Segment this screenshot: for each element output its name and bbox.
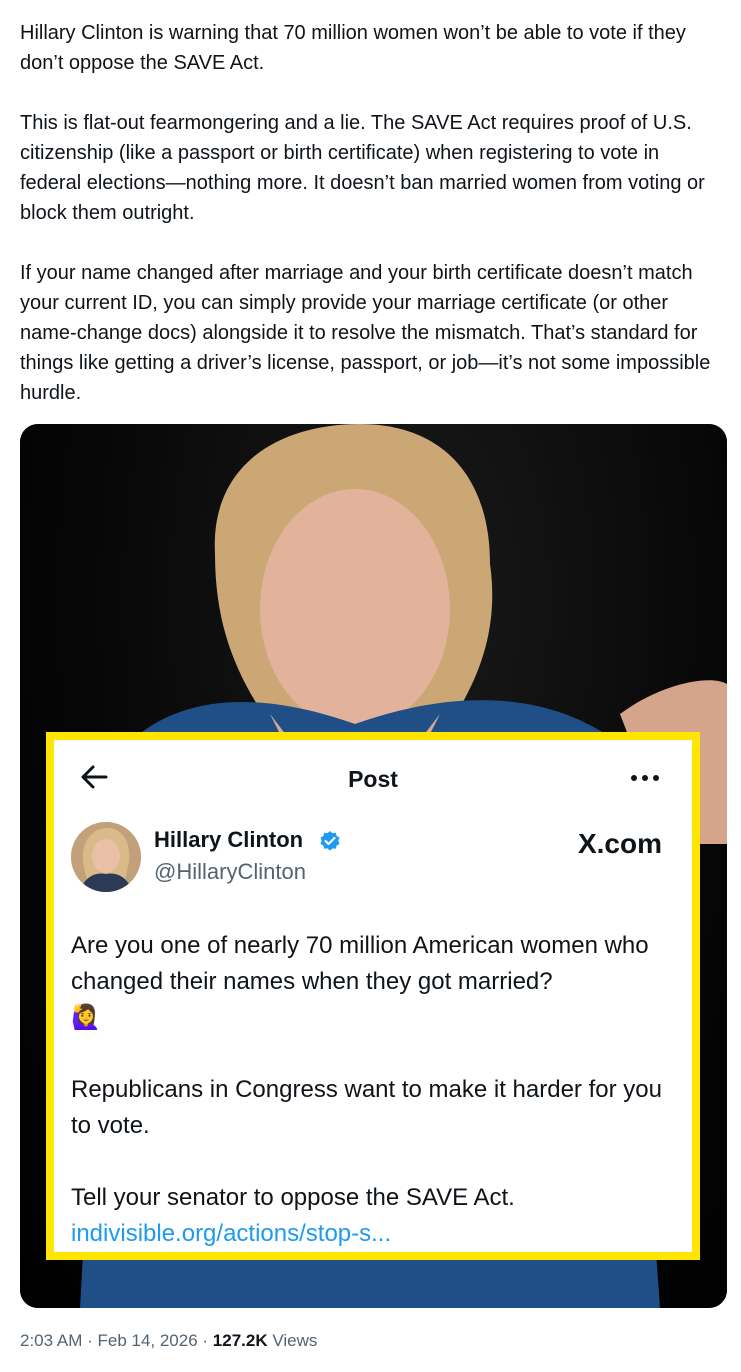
- embedded-post-header: Post: [54, 740, 692, 810]
- meta-separator: ·: [82, 1331, 98, 1350]
- verified-badge-icon: [320, 831, 340, 851]
- embedded-post-text: Tell your senator to oppose the SAVE Act…: [71, 1184, 515, 1211]
- tweet-text: Hillary Clinton is warning that 70 milli…: [20, 18, 720, 408]
- tweet-meta: 2:03 AM · Feb 14, 2026 · 127.2K Views: [20, 1331, 317, 1351]
- views-label: Views: [267, 1331, 318, 1350]
- meta-separator: ·: [197, 1331, 213, 1350]
- embedded-post-link: indivisible.org/actions/stop-s...: [71, 1220, 392, 1247]
- more-dots-icon: [631, 775, 659, 781]
- author-handle: @HillaryClinton: [154, 859, 306, 884]
- avatar: [71, 822, 141, 892]
- embedded-post-title: Post: [348, 766, 398, 792]
- embedded-post-text: Republicans in Congress want to make it …: [71, 1076, 662, 1139]
- tweet-time[interactable]: 2:03 AM: [20, 1331, 82, 1350]
- embedded-post-text: Are you one of nearly 70 million America…: [71, 932, 649, 995]
- raise-hand-emoji-icon: 🙋‍♀️: [71, 1004, 101, 1031]
- embedded-post-body: Are you one of nearly 70 million America…: [71, 928, 686, 1252]
- views-count[interactable]: 127.2K: [213, 1331, 268, 1350]
- tweet-paragraph: Hillary Clinton is warning that 70 milli…: [20, 22, 686, 74]
- tweet-media-image[interactable]: Post Hillary Clinton @HillaryClinton X.c…: [20, 424, 727, 1308]
- site-label: X.com: [577, 828, 662, 859]
- author-name: Hillary Clinton: [154, 827, 304, 852]
- embedded-post-card: Post Hillary Clinton @HillaryClinton X.c…: [46, 732, 700, 1260]
- tweet-paragraph: If your name changed after marriage and …: [20, 262, 711, 404]
- tweet-paragraph: This is flat-out fearmongering and a lie…: [20, 112, 705, 224]
- tweet-date[interactable]: Feb 14, 2026: [97, 1331, 197, 1350]
